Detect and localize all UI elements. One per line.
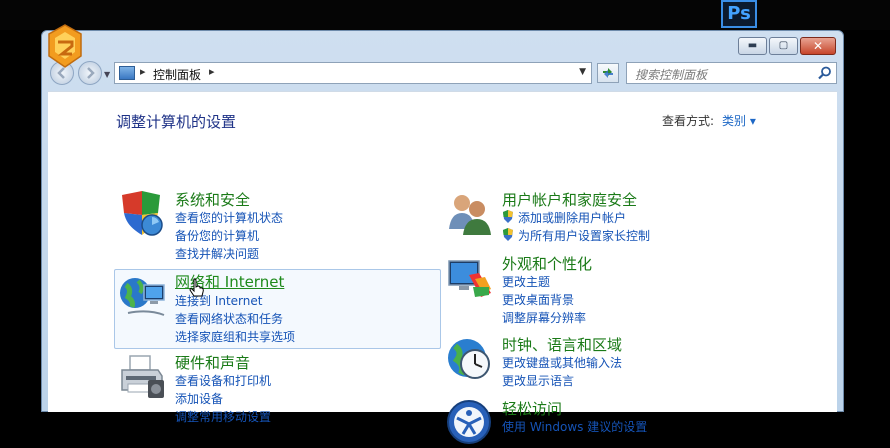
link-mobility-settings[interactable]: 调整常用移动设置 <box>175 408 271 425</box>
back-arrow-icon <box>57 67 65 79</box>
breadcrumb-chevron-icon[interactable]: ▸ <box>140 65 146 78</box>
view-by-label: 查看方式: <box>662 114 715 128</box>
link-devices-printers[interactable]: 查看设备和打印机 <box>175 372 271 389</box>
close-icon: ✕ <box>812 39 824 53</box>
page-title: 调整计算机的设置 <box>116 113 237 131</box>
link-add-device[interactable]: 添加设备 <box>175 390 223 407</box>
photoshop-icon[interactable]: Ps <box>721 0 757 28</box>
link-parental-controls[interactable]: 为所有用户设置家长控制 <box>518 227 650 244</box>
control-panel-icon <box>119 66 135 80</box>
link-network-status[interactable]: 查看网络状态和任务 <box>175 310 283 327</box>
category-title[interactable]: 轻松访问 <box>502 398 562 419</box>
uac-shield-icon <box>503 210 513 223</box>
ease-of-access-icon <box>447 400 491 444</box>
address-dropdown-icon[interactable]: ▼ <box>579 67 586 77</box>
category-appearance: 外观和个性化 更改主题 更改桌面背景 调整屏幕分辨率 <box>445 253 745 328</box>
control-panel-window: ▬ ▢ ✕ ▼ ▸ 控制面板 ▸ ▼ 搜索控制面板 调整计算机的设置 查看方式:… <box>41 30 844 444</box>
network-globe-icon <box>120 278 165 316</box>
link-windows-recommended-settings[interactable]: 使用 Windows 建议的设置 <box>502 418 647 435</box>
refresh-icon <box>603 68 613 78</box>
link-screen-resolution[interactable]: 调整屏幕分辨率 <box>502 309 586 326</box>
search-icon[interactable] <box>818 66 832 80</box>
search-box[interactable]: 搜索控制面板 <box>626 62 837 84</box>
recent-pages-dropdown-icon[interactable]: ▼ <box>104 70 110 79</box>
link-find-fix-problems[interactable]: 查找并解决问题 <box>175 245 259 262</box>
shield-icon <box>122 191 163 236</box>
navigation-bar: ▼ ▸ 控制面板 ▸ ▼ 搜索控制面板 <box>42 61 843 87</box>
category-ease-of-access: 轻松访问 使用 Windows 建议的设置 <box>445 398 745 448</box>
category-network-internet: 网络和 Internet 连接到 Internet 查看网络状态和任务 选择家庭… <box>118 271 438 346</box>
category-clock-region: 时钟、语言和区域 更改键盘或其他输入法 更改显示语言 <box>445 334 745 394</box>
category-title[interactable]: 系统和安全 <box>175 189 250 210</box>
clock-globe-icon <box>448 339 490 379</box>
app-logo-icon <box>48 24 82 68</box>
users-icon <box>449 195 491 235</box>
refresh-button[interactable] <box>597 63 619 83</box>
category-title[interactable]: 外观和个性化 <box>502 253 592 274</box>
close-button[interactable]: ✕ <box>800 37 836 55</box>
minimize-button[interactable]: ▬ <box>738 37 767 55</box>
appearance-icon <box>448 260 491 297</box>
breadcrumb-chevron-icon[interactable]: ▸ <box>209 65 215 78</box>
view-by-dropdown[interactable]: 类别 ▾ <box>722 112 756 129</box>
category-title[interactable]: 时钟、语言和区域 <box>502 334 622 355</box>
window-controls: ▬ ▢ ✕ <box>738 37 836 55</box>
link-change-display-language[interactable]: 更改显示语言 <box>502 372 574 389</box>
breadcrumb-control-panel[interactable]: 控制面板 <box>153 66 201 83</box>
control-panel-content: 调整计算机的设置 查看方式: 类别 ▾ 系统和安全 查看您的计算机状态 备份您的… <box>48 91 837 444</box>
category-title[interactable]: 用户帐户和家庭安全 <box>502 189 637 210</box>
maximize-icon: ▢ <box>778 40 789 51</box>
category-title[interactable]: 硬件和声音 <box>175 352 250 373</box>
printer-icon <box>121 355 164 398</box>
category-hardware-sound: 硬件和声音 查看设备和打印机 添加设备 调整常用移动设置 <box>118 352 438 427</box>
link-view-computer-status[interactable]: 查看您的计算机状态 <box>175 209 283 226</box>
minimize-icon: ▬ <box>747 40 758 51</box>
maximize-button[interactable]: ▢ <box>769 37 798 55</box>
link-add-remove-accounts[interactable]: 添加或删除用户帐户 <box>518 209 626 226</box>
link-backup-computer[interactable]: 备份您的计算机 <box>175 227 259 244</box>
link-change-background[interactable]: 更改桌面背景 <box>502 291 574 308</box>
address-bar[interactable]: ▸ 控制面板 ▸ ▼ <box>114 62 592 84</box>
link-change-input-method[interactable]: 更改键盘或其他输入法 <box>502 354 622 371</box>
category-system-security: 系统和安全 查看您的计算机状态 备份您的计算机 查找并解决问题 <box>118 189 438 264</box>
search-input[interactable]: 搜索控制面板 <box>635 66 707 83</box>
link-change-theme[interactable]: 更改主题 <box>502 273 550 290</box>
link-homegroup-sharing[interactable]: 选择家庭组和共享选项 <box>175 328 295 345</box>
category-user-accounts: 用户帐户和家庭安全 添加或删除用户帐户 为所有用户设置家长控制 <box>445 189 745 249</box>
forward-arrow-icon <box>87 67 95 79</box>
uac-shield-icon <box>503 228 513 241</box>
hand-cursor-icon <box>189 278 204 297</box>
